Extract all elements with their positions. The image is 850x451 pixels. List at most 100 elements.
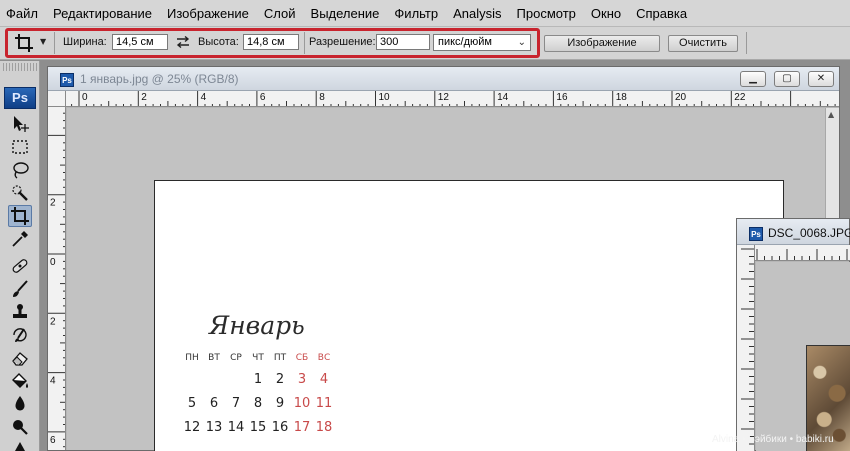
second-document-title: DSC_0068.JPG @ [768, 226, 850, 240]
blur-tool[interactable] [8, 393, 32, 415]
resolution-unit-select[interactable]: пикс/дюйм ⌄ [433, 34, 531, 51]
document-window[interactable]: Ps 1 январь.jpg @ 25% (RGB/8) ▁ ▢ ✕ 0 2 4 6… [47, 66, 840, 451]
calendar-day: 13 [205, 420, 223, 435]
scroll-up-icon[interactable]: ▲ [828, 110, 834, 119]
ruler-origin[interactable] [48, 91, 66, 107]
menu-help[interactable]: Справка [636, 6, 687, 21]
calendar-grid: ПН ВТ СР ЧТ ПТ СБ ВС 1 2 3 4 5 6 7 8 9 10 11 12 13 14 15 16 17… [181, 353, 335, 435]
water-drop-icon [15, 396, 25, 411]
brush-tool[interactable] [8, 278, 32, 300]
photoshop-logo[interactable]: Ps [4, 87, 36, 109]
photoshop-doc-icon: Ps [749, 227, 763, 241]
horizontal-ruler[interactable]: 0 2 4 6 8 10 12 14 16 18 20 22 [66, 91, 839, 107]
ruler-label: 18 [616, 92, 628, 103]
minimize-icon: ▁ [749, 73, 757, 84]
document-title: 1 январь.jpg @ 25% (RGB/8) [80, 72, 239, 86]
eraser-tool[interactable] [8, 347, 32, 369]
paint-bucket-icon [12, 373, 28, 388]
dodge-tool[interactable] [8, 416, 32, 438]
ruler-label: 16 [556, 92, 568, 103]
canvas-pasteboard[interactable]: Январь ПН ВТ СР ЧТ ПТ СБ ВС 1 2 3 4 5 6 7 8 9 10 11 12 13 1… [67, 108, 825, 451]
eyedropper-tool[interactable] [8, 228, 32, 250]
menu-view[interactable]: Просмотр [517, 6, 576, 21]
quick-selection-icon [12, 185, 28, 201]
vertical-ruler-ticks: 2 0 2 4 6 [48, 97, 65, 448]
menu-edit[interactable]: Редактирование [53, 6, 152, 21]
options-bar: ▼ Ширина: 14,5 см Высота: 14,8 см Разреш… [0, 26, 850, 60]
second-canvas-pasteboard[interactable] [756, 262, 850, 451]
menu-bar: Файл Редактирование Изображение Слой Выд… [0, 0, 850, 26]
height-field[interactable]: 14,8 см [243, 34, 299, 50]
calendar-day: 17 [293, 420, 311, 435]
second-horizontal-ruler[interactable] [755, 245, 850, 261]
second-document-window[interactable]: Ps DSC_0068.JPG @ [736, 218, 850, 451]
second-vertical-ruler[interactable] [737, 245, 755, 451]
ruler-label: 2 [50, 198, 56, 209]
calendar-day: 6 [209, 396, 219, 411]
minimize-button[interactable]: ▁ [740, 71, 766, 87]
height-label: Высота: [198, 36, 239, 48]
menu-analysis[interactable]: Analysis [453, 6, 501, 21]
close-button[interactable]: ✕ [808, 71, 834, 87]
menu-window[interactable]: Окно [591, 6, 621, 21]
menu-file[interactable]: Файл [6, 6, 38, 21]
calendar-weekday: ПН [185, 353, 199, 363]
calendar-weekday: ВТ [208, 353, 220, 363]
ruler-label: 22 [734, 92, 746, 103]
calendar-day: 2 [275, 372, 285, 387]
ruler-label: 2 [141, 92, 147, 103]
width-label: Ширина: [63, 36, 107, 48]
second-document-titlebar[interactable]: Ps DSC_0068.JPG @ [737, 219, 850, 245]
history-brush-tool[interactable] [8, 324, 32, 346]
clear-button[interactable]: Очистить [668, 35, 738, 52]
calendar-weekday: ПТ [273, 353, 287, 363]
paint-bucket-tool[interactable] [8, 370, 32, 392]
pen-tool[interactable] [8, 439, 32, 451]
calendar-weekday-header: ПН ВТ СР ЧТ ПТ СБ ВС [181, 353, 335, 363]
width-field[interactable]: 14,5 см [112, 34, 168, 50]
resolution-field[interactable]: 300 [376, 34, 430, 50]
panel-grip[interactable] [3, 63, 37, 71]
calendar-day [225, 372, 247, 387]
tools-panel: Ps [0, 61, 40, 451]
calendar-day: 11 [315, 396, 333, 411]
lasso-icon [13, 162, 29, 179]
crop-icon[interactable] [14, 33, 34, 53]
document-titlebar[interactable]: Ps 1 январь.jpg @ 25% (RGB/8) ▁ ▢ ✕ [48, 67, 839, 91]
tool-preset-dropdown-icon[interactable]: ▼ [40, 37, 46, 46]
lasso-tool[interactable] [8, 159, 32, 181]
ruler-label: 4 [201, 92, 207, 103]
clone-stamp-tool[interactable] [8, 301, 32, 323]
separator [54, 32, 55, 54]
vertical-ruler[interactable]: 2 0 2 4 6 [48, 91, 66, 450]
marquee-tool[interactable] [8, 136, 32, 158]
calendar-day: 4 [319, 372, 329, 387]
second-vertical-ruler-ticks [741, 248, 754, 445]
calendar-week-row: 5 6 7 8 9 10 11 [181, 396, 335, 411]
crop-tool[interactable] [8, 205, 32, 227]
calendar-month-title: Январь [209, 311, 305, 340]
document-canvas[interactable]: Январь ПН ВТ СР ЧТ ПТ СБ ВС 1 2 3 4 5 6 7 8 9 10 11 12 13 1… [154, 180, 784, 451]
quick-selection-tool[interactable] [8, 182, 32, 204]
front-image-button[interactable]: Изображение [544, 35, 660, 52]
eyedropper-icon [12, 231, 28, 247]
menu-layer[interactable]: Слой [264, 6, 296, 21]
move-icon [14, 116, 29, 132]
brush-icon [13, 280, 28, 297]
stamp-icon [13, 304, 27, 318]
ruler-label: 20 [675, 92, 687, 103]
menu-filter[interactable]: Фильтр [394, 6, 438, 21]
ruler-label: 12 [438, 92, 450, 103]
calendar-week-row: 12 13 14 15 16 17 18 [181, 420, 335, 435]
pen-icon [15, 442, 25, 451]
calendar-day: 10 [293, 396, 311, 411]
swap-dimensions-icon[interactable] [176, 36, 190, 48]
maximize-button[interactable]: ▢ [774, 71, 800, 87]
ruler-label: 0 [82, 92, 88, 103]
menu-select[interactable]: Выделение [311, 6, 380, 21]
move-tool[interactable] [8, 113, 32, 135]
maximize-icon: ▢ [782, 73, 792, 84]
menu-image[interactable]: Изображение [167, 6, 249, 21]
ruler-label: 8 [319, 92, 325, 103]
healing-brush-tool[interactable] [8, 255, 32, 277]
